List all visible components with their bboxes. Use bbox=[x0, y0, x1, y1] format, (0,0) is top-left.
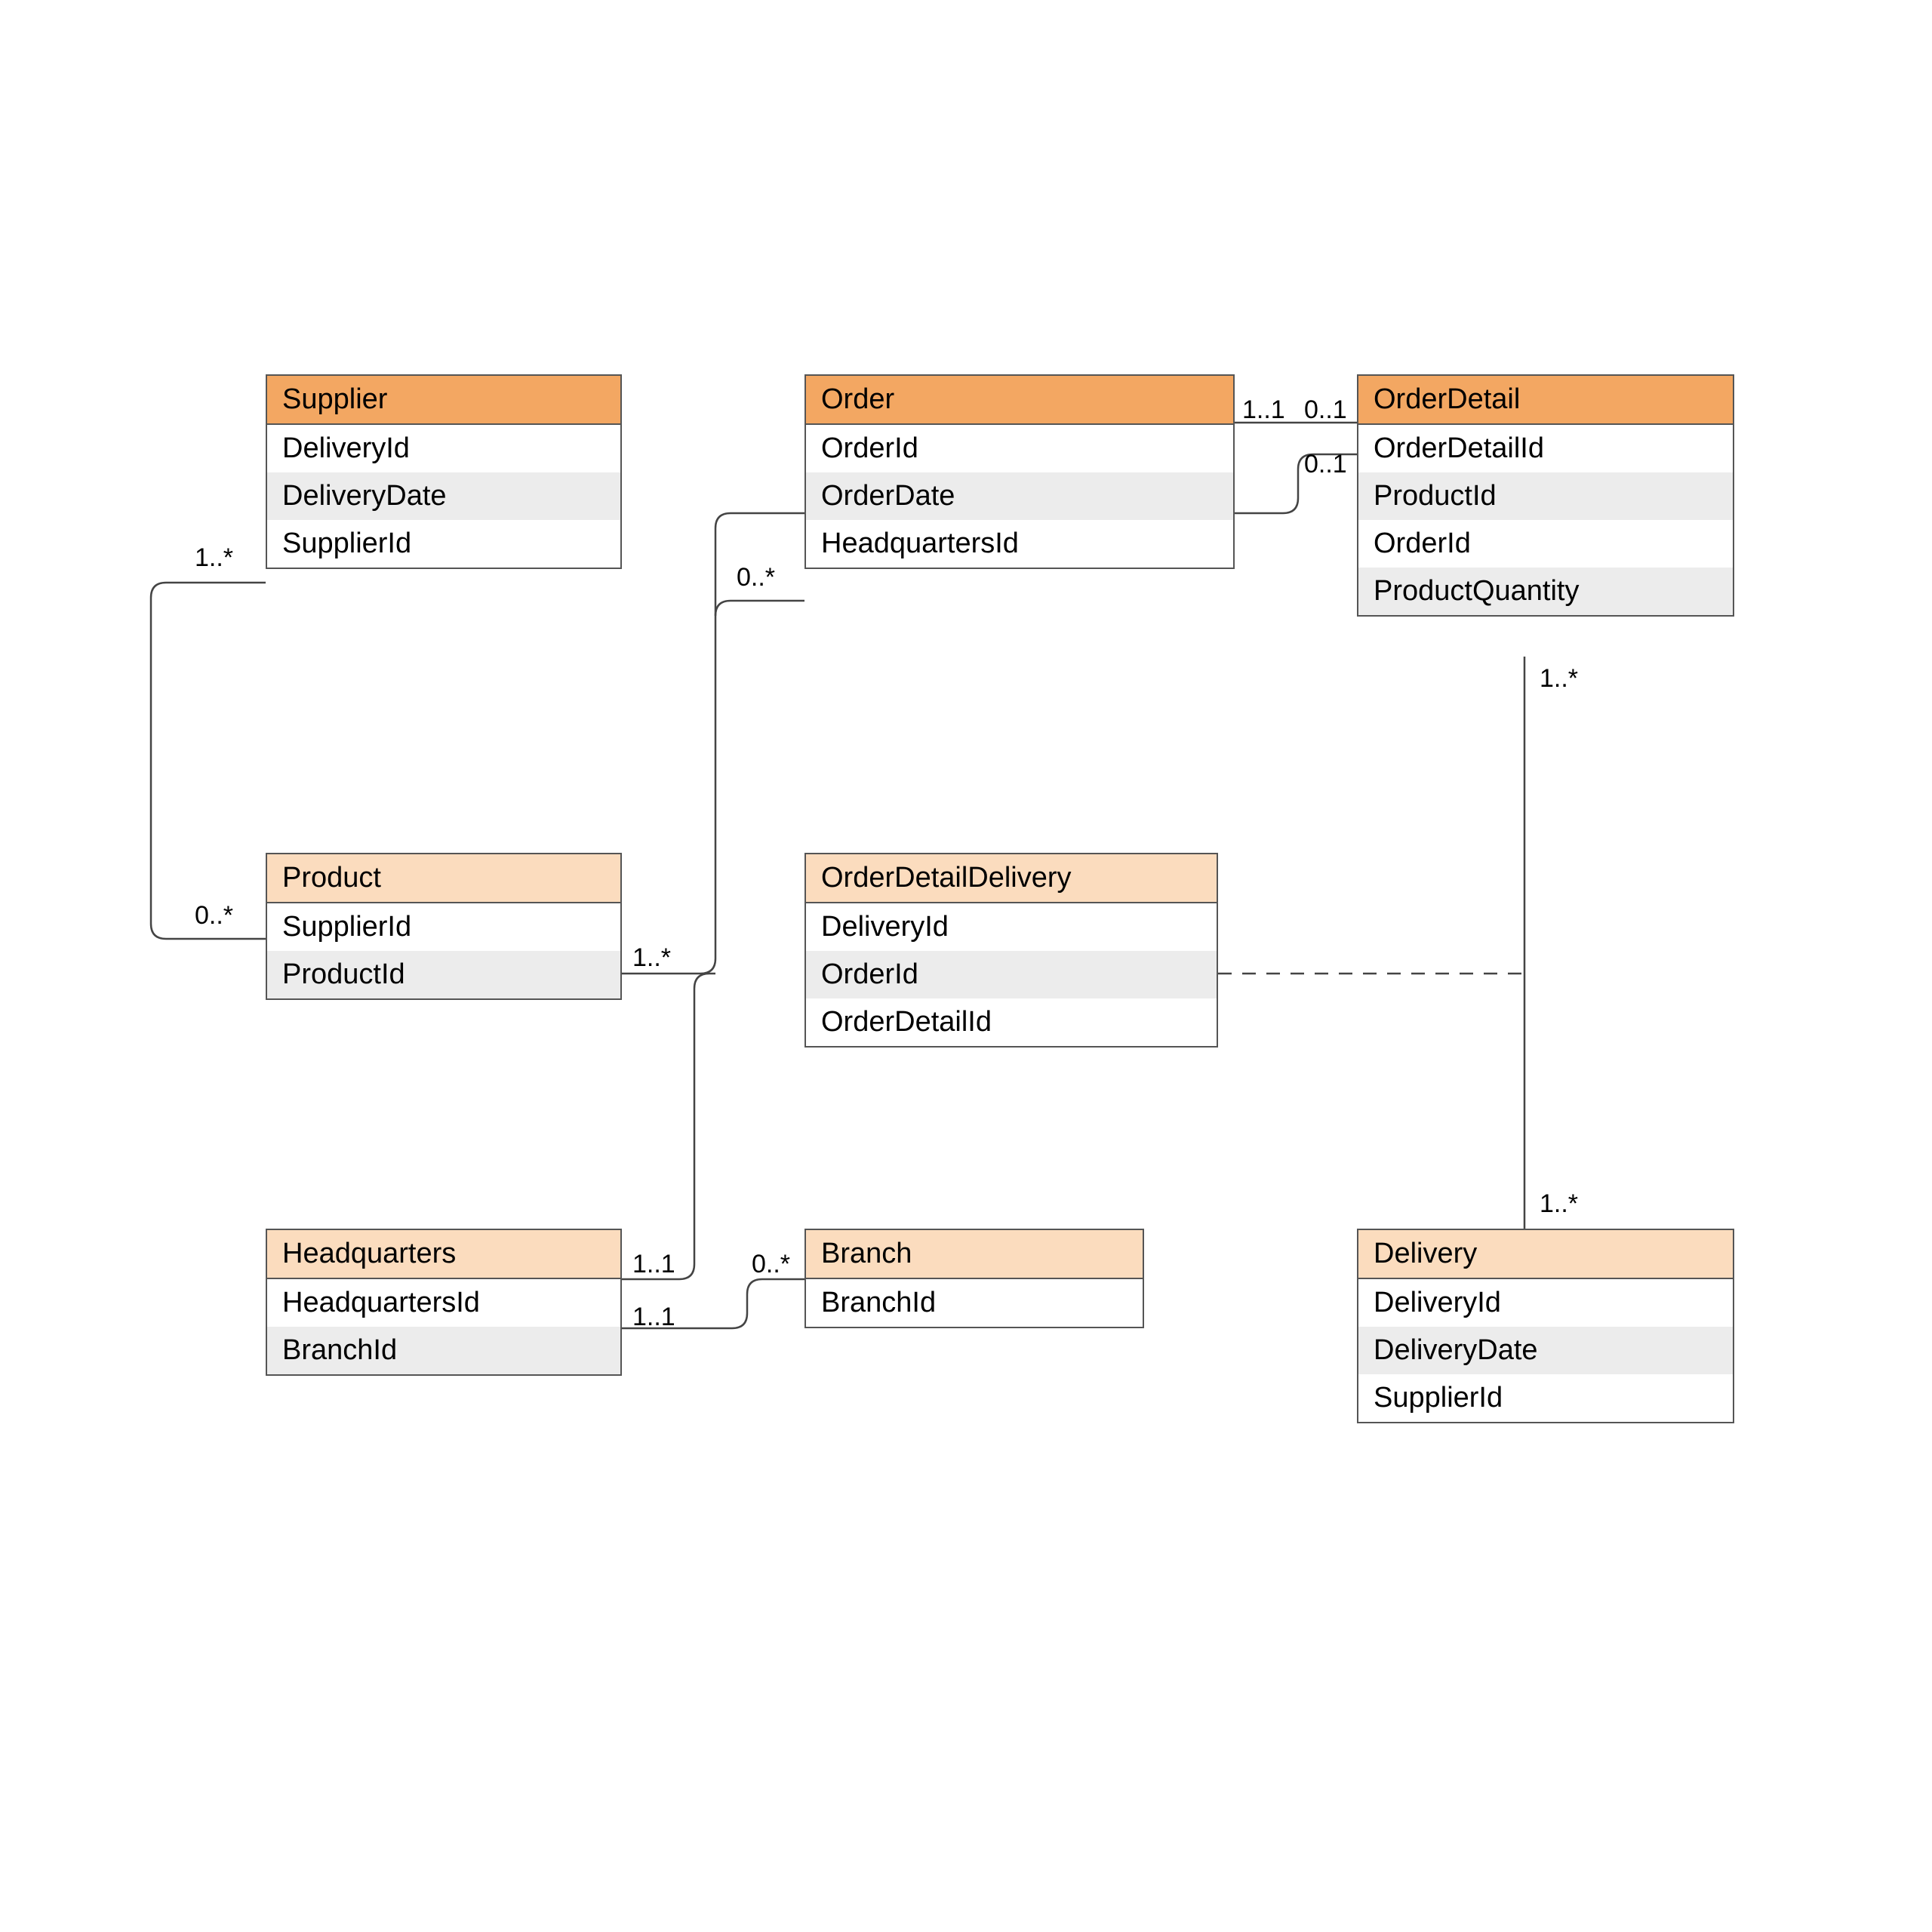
entity-order-attr-1: OrderDate bbox=[806, 472, 1233, 520]
entity-orderdetaildelivery-title: OrderDetailDelivery bbox=[806, 854, 1217, 903]
entity-orderdetail-attr-1: ProductId bbox=[1358, 472, 1733, 520]
mult-hq-order: 1..1 bbox=[632, 1250, 675, 1279]
entity-orderdetaildelivery-attr-2: OrderDetailId bbox=[806, 998, 1217, 1046]
entity-delivery: Delivery DeliveryId DeliveryDate Supplie… bbox=[1357, 1229, 1734, 1423]
entity-headquarters-attr-0: HeadquartersId bbox=[267, 1279, 620, 1327]
mult-orderdetail-left2: 0..1 bbox=[1304, 450, 1347, 479]
entity-orderdetaildelivery-attr-0: DeliveryId bbox=[806, 903, 1217, 951]
entity-order-attr-0: OrderId bbox=[806, 425, 1233, 472]
entity-branch: Branch BranchId bbox=[804, 1229, 1144, 1328]
entity-supplier-title: Supplier bbox=[267, 376, 620, 425]
mult-orderdetail-topleft: 0..1 bbox=[1304, 395, 1347, 425]
entity-order: Order OrderId OrderDate HeadquartersId bbox=[804, 374, 1235, 569]
mult-hq-branch: 1..1 bbox=[632, 1303, 675, 1332]
entity-product: Product SupplierId ProductId bbox=[266, 853, 622, 1000]
mult-order-right: 1..1 bbox=[1242, 395, 1285, 425]
entity-orderdetail-attr-3: ProductQuantity bbox=[1358, 568, 1733, 615]
entity-branch-attr-0: BranchId bbox=[806, 1279, 1143, 1327]
entity-order-attr-2: HeadquartersId bbox=[806, 520, 1233, 568]
entity-product-title: Product bbox=[267, 854, 620, 903]
mult-product-right: 1..* bbox=[632, 943, 671, 973]
mult-order-left: 0..* bbox=[737, 563, 775, 592]
mult-delivery-top: 1..* bbox=[1540, 1189, 1578, 1219]
entity-branch-title: Branch bbox=[806, 1230, 1143, 1279]
mult-supplier-bottom: 0..* bbox=[195, 901, 233, 931]
entity-supplier-attr-0: DeliveryId bbox=[267, 425, 620, 472]
entity-delivery-attr-1: DeliveryDate bbox=[1358, 1327, 1733, 1374]
mult-supplier-top: 1..* bbox=[195, 543, 233, 573]
entity-orderdetail: OrderDetail OrderDetailId ProductId Orde… bbox=[1357, 374, 1734, 617]
entity-orderdetaildelivery-attr-1: OrderId bbox=[806, 951, 1217, 998]
mult-orderdetail-bottom: 1..* bbox=[1540, 664, 1578, 694]
entity-supplier-attr-1: DeliveryDate bbox=[267, 472, 620, 520]
entity-order-title: Order bbox=[806, 376, 1233, 425]
entity-supplier: Supplier DeliveryId DeliveryDate Supplie… bbox=[266, 374, 622, 569]
entity-headquarters-title: Headquarters bbox=[267, 1230, 620, 1279]
entity-product-attr-0: SupplierId bbox=[267, 903, 620, 951]
entity-delivery-title: Delivery bbox=[1358, 1230, 1733, 1279]
entity-orderdetaildelivery: OrderDetailDelivery DeliveryId OrderId O… bbox=[804, 853, 1218, 1048]
entity-orderdetail-attr-2: OrderId bbox=[1358, 520, 1733, 568]
entity-orderdetail-title: OrderDetail bbox=[1358, 376, 1733, 425]
entity-orderdetail-attr-0: OrderDetailId bbox=[1358, 425, 1733, 472]
mult-branch-left: 0..* bbox=[752, 1250, 790, 1279]
entity-headquarters: Headquarters HeadquartersId BranchId bbox=[266, 1229, 622, 1376]
entity-delivery-attr-2: SupplierId bbox=[1358, 1374, 1733, 1422]
entity-supplier-attr-2: SupplierId bbox=[267, 520, 620, 568]
entity-delivery-attr-0: DeliveryId bbox=[1358, 1279, 1733, 1327]
entity-product-attr-1: ProductId bbox=[267, 951, 620, 998]
er-diagram-canvas: Supplier DeliveryId DeliveryDate Supplie… bbox=[0, 0, 1932, 1932]
entity-headquarters-attr-1: BranchId bbox=[267, 1327, 620, 1374]
